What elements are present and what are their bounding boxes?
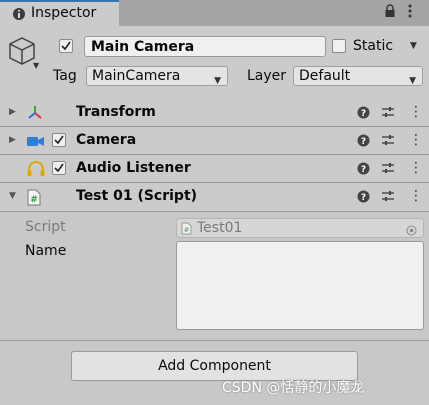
more-vertical-icon[interactable]: ⋮ xyxy=(409,160,423,176)
script-object-field: # Test01 xyxy=(176,218,424,238)
info-icon xyxy=(12,7,26,25)
fold-arrow-icon[interactable]: ▶ xyxy=(9,107,16,117)
tab-inspector[interactable]: Inspector xyxy=(0,0,119,26)
active-checkbox[interactable] xyxy=(59,39,73,53)
more-vertical-icon[interactable]: ⋮ xyxy=(409,132,423,148)
transform-icon xyxy=(27,105,43,121)
script-component-body: Script # Test01 Name xyxy=(0,212,429,341)
static-label: Static xyxy=(353,38,394,54)
more-vertical-icon[interactable]: ⋮ xyxy=(409,104,423,120)
name-text-area[interactable] xyxy=(176,241,424,330)
camera-icon xyxy=(27,133,44,149)
tag-dropdown[interactable]: MainCamera ▼ xyxy=(86,66,228,86)
component-test01-script[interactable]: ▼ # Test 01 (Script) ? ⋮ xyxy=(0,183,429,212)
help-icon[interactable]: ? xyxy=(357,190,370,207)
static-dropdown-caret-icon[interactable]: ▼ xyxy=(410,41,417,51)
help-icon[interactable]: ? xyxy=(357,134,370,151)
component-title: Test 01 (Script) xyxy=(76,188,198,204)
more-vertical-icon[interactable]: ⋮ xyxy=(409,188,423,204)
gameobject-name-input[interactable]: Main Camera xyxy=(84,36,326,57)
script-field-label: Script xyxy=(25,219,66,235)
layer-label: Layer xyxy=(247,68,287,84)
svg-text:?: ? xyxy=(361,109,366,119)
preset-icon[interactable] xyxy=(381,105,395,123)
svg-text:?: ? xyxy=(361,137,366,147)
svg-text:?: ? xyxy=(361,193,366,203)
component-audio-listener[interactable]: Audio Listener ? ⋮ xyxy=(0,155,429,183)
icon-dropdown-caret-icon[interactable]: ▼ xyxy=(33,61,39,70)
tab-label: Inspector xyxy=(31,5,97,21)
script-icon: # xyxy=(27,189,43,206)
headphones-icon xyxy=(27,161,45,177)
component-title: Transform xyxy=(76,104,156,120)
audio-listener-enabled-checkbox[interactable] xyxy=(52,161,66,175)
chevron-down-icon: ▼ xyxy=(214,76,221,86)
component-transform[interactable]: ▶ Transform ? ⋮ xyxy=(0,99,429,127)
preset-icon[interactable] xyxy=(381,133,395,151)
lock-icon[interactable] xyxy=(384,4,396,22)
fold-arrow-expanded-icon[interactable]: ▼ xyxy=(9,191,16,201)
static-checkbox[interactable] xyxy=(332,39,346,53)
object-picker-icon[interactable] xyxy=(406,223,417,241)
component-title: Camera xyxy=(76,132,137,148)
watermark-text: CSDN @恬静的小魔龙 xyxy=(222,380,365,396)
help-icon[interactable]: ? xyxy=(357,162,370,179)
svg-text:#: # xyxy=(30,195,38,205)
script-file-icon: # xyxy=(181,222,192,240)
camera-enabled-checkbox[interactable] xyxy=(52,133,66,147)
layer-dropdown[interactable]: Default ▼ xyxy=(293,66,423,86)
name-field-label: Name xyxy=(25,243,67,259)
inspector-window: Inspector ▼ Main Camera Static ▼ Tag Mai… xyxy=(0,0,429,405)
layer-value: Default xyxy=(299,68,351,84)
tab-bar: Inspector xyxy=(0,0,429,26)
component-camera[interactable]: ▶ Camera ? ⋮ xyxy=(0,127,429,155)
component-title: Audio Listener xyxy=(76,160,191,176)
svg-text:#: # xyxy=(184,226,190,234)
tag-value: MainCamera xyxy=(92,68,181,84)
svg-text:?: ? xyxy=(361,165,366,175)
gameobject-header: ▼ Main Camera Static ▼ Tag MainCamera ▼ … xyxy=(0,27,429,100)
help-icon[interactable]: ? xyxy=(357,106,370,123)
fold-arrow-icon[interactable]: ▶ xyxy=(9,135,16,145)
chevron-down-icon: ▼ xyxy=(409,76,416,86)
preset-icon[interactable] xyxy=(381,161,395,179)
gameobject-cube-icon[interactable] xyxy=(8,36,36,70)
preset-icon[interactable] xyxy=(381,189,395,207)
more-vertical-icon[interactable] xyxy=(408,4,412,22)
tag-label: Tag xyxy=(53,68,77,84)
script-value: Test01 xyxy=(197,220,243,236)
